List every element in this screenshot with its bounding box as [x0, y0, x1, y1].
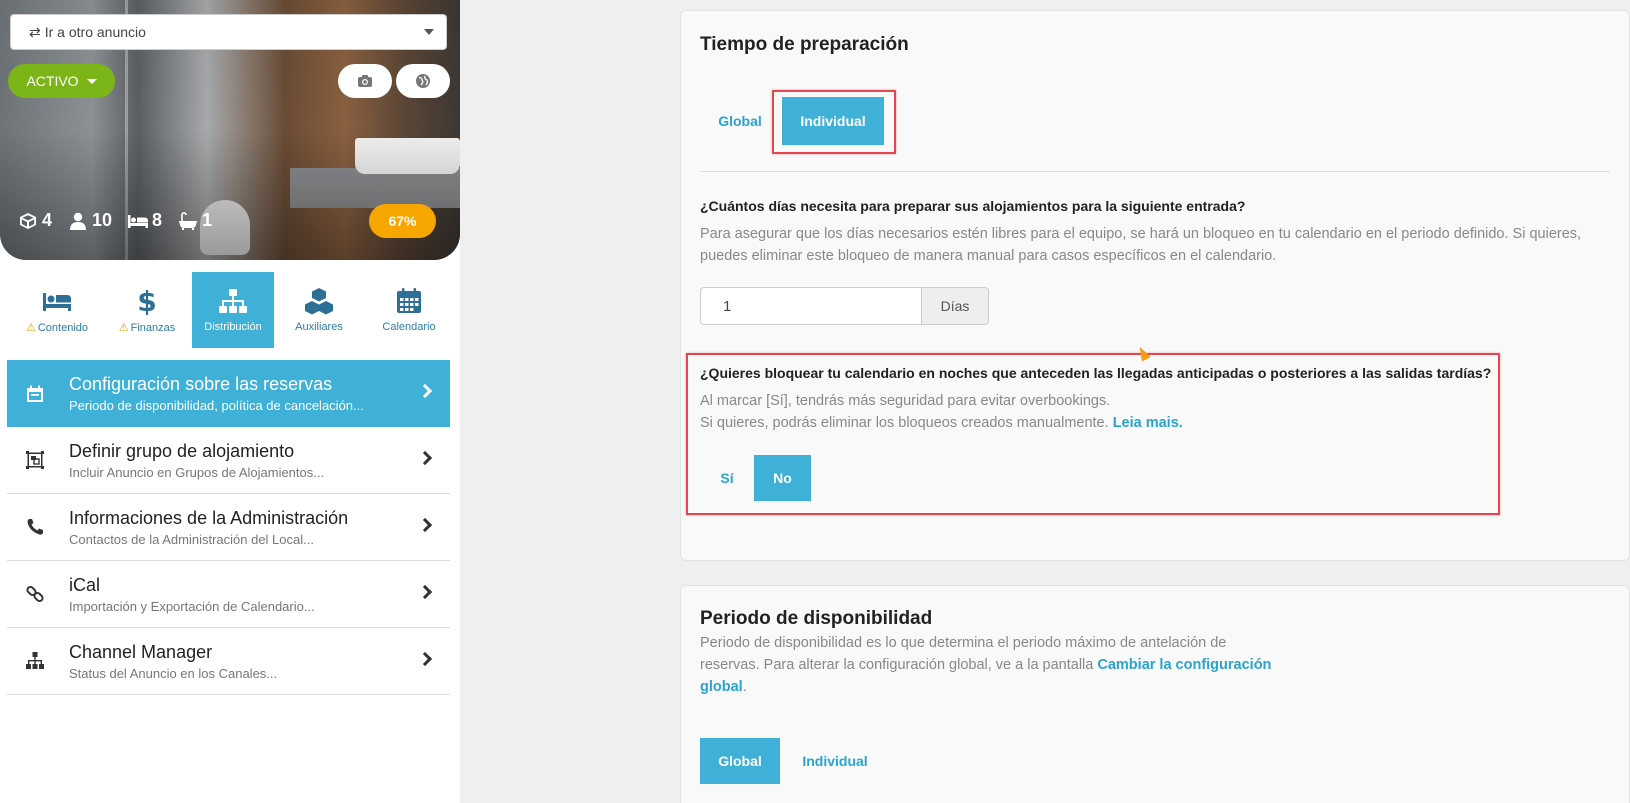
prep-days-description: Para asegurar que los días necesarios es… [700, 223, 1581, 267]
description-line: Al marcar [Sí], tendrás más seguridad pa… [700, 393, 1111, 409]
tab-contenido-label: Contenido [37, 321, 89, 334]
change-global-config-link[interactable]: Cambiar la configuración [1097, 657, 1271, 673]
section-tabs: ⚠ Contenido $ ⚠ Finanzas Distribución Auxi… [0, 272, 460, 348]
globe-icon [416, 74, 430, 88]
menu-item-subtitle: Periodo de disponibilidad, política de c… [69, 398, 364, 413]
user-icon [70, 212, 87, 230]
map-button[interactable] [396, 64, 450, 98]
caret-down-icon [424, 29, 434, 35]
svg-text:$: $ [137, 287, 156, 315]
bed-icon [128, 214, 149, 228]
cube-icon [20, 212, 36, 229]
prep-days-question: ¿Cuántos días necesita para preparar sus… [700, 198, 1246, 214]
prep-global-button[interactable]: Global [708, 97, 772, 145]
block-calendar-description: Al marcar [Sí], tendrás más seguridad pa… [700, 390, 1183, 434]
menu-item-subtitle: Status del Anuncio en los Canales... [69, 665, 278, 681]
listing-sidebar: ⇄ Ir a otro anuncio ACTIVO 4 10 8 1 67% [0, 0, 460, 803]
go-to-other-listing-label: Ir a otro anuncio [44, 24, 146, 40]
chevron-right-icon [417, 584, 433, 600]
description-line: Si quieres, podrás eliminar los bloqueos… [700, 415, 1183, 431]
stat-guests-value: 10 [92, 210, 113, 230]
availability-global-button[interactable]: Global [700, 738, 780, 784]
stat-baths: 1 [178, 210, 212, 231]
read-more-link[interactable]: Leia mais. [1113, 415, 1183, 431]
availability-individual-button[interactable]: Individual [790, 738, 880, 784]
chevron-right-icon [417, 450, 433, 466]
tab-contenido[interactable]: ⚠ Contenido [12, 272, 102, 348]
change-global-config-link-cont[interactable]: global [700, 679, 743, 695]
stat-baths-value: 1 [202, 210, 213, 230]
menu-item-title: iCal [69, 574, 101, 595]
menu-item-booking-settings[interactable]: Configuración sobre las reservas Periodo… [7, 360, 450, 427]
link-icon [26, 585, 44, 603]
sitemap-icon [219, 289, 247, 313]
preparation-time-title: Tiempo de preparación [700, 34, 909, 55]
dollar-icon: $ [137, 287, 156, 315]
sitemap-icon [26, 652, 44, 669]
menu-item-subtitle: Incluir Anuncio en Grupos de Alojamiento… [69, 464, 325, 480]
bed-icon [43, 292, 71, 311]
description-line: puedes eliminar este bloqueo de manera m… [700, 248, 1277, 264]
chevron-right-icon [417, 517, 433, 533]
menu-item-title: Informaciones de la Administración [69, 507, 349, 528]
prep-days-input[interactable]: 1 [700, 287, 922, 325]
block-calendar-question: ¿Quieres bloquear tu calendario en noche… [700, 365, 1492, 381]
block-no-button[interactable]: No [754, 455, 811, 501]
tab-distribucion-label: Distribución [204, 321, 262, 333]
go-to-other-listing-select[interactable]: ⇄ Ir a otro anuncio [10, 14, 447, 50]
exchange-icon: ⇄ [29, 23, 41, 40]
menu-item-administration-info[interactable]: Informaciones de la Administración Conta… [7, 494, 450, 561]
menu-item-title: Definir grupo de alojamiento [69, 440, 295, 461]
menu-item-subtitle: Importación y Exportación de Calendario.… [69, 598, 315, 614]
chevron-right-icon [417, 651, 433, 667]
prep-days-unit: Días [921, 287, 989, 325]
menu-item-title: Channel Manager [69, 641, 213, 662]
description-line: Para asegurar que los días necesarios es… [700, 226, 1582, 242]
warning-icon: ⚠ [25, 321, 36, 334]
bath-icon [179, 211, 198, 230]
tab-calendario[interactable]: Calendario [364, 272, 454, 348]
group-icon [26, 451, 44, 469]
stat-units-value: 4 [42, 210, 53, 230]
chevron-right-icon [417, 383, 433, 399]
camera-icon [358, 75, 372, 87]
tab-finanzas[interactable]: $ ⚠ Finanzas [102, 272, 192, 348]
tab-finanzas-label: Finanzas [130, 321, 176, 334]
menu-item-accommodation-group[interactable]: Definir grupo de alojamiento Incluir Anu… [7, 427, 450, 494]
stat-guests: 10 [68, 210, 112, 231]
block-yes-button[interactable]: Sí [700, 455, 754, 501]
tab-distribucion[interactable]: Distribución [192, 272, 274, 348]
availability-period-title: Periodo de disponibilidad [700, 608, 933, 629]
menu-item-subtitle: Contactos de la Administración del Local… [69, 531, 314, 547]
settings-menu: Configuración sobre las reservas Periodo… [7, 360, 450, 695]
description-line: reservas. Para alterar la configuración … [700, 657, 1272, 673]
cubes-icon [305, 288, 333, 315]
caret-down-icon [86, 78, 97, 84]
warning-icon: ⚠ [118, 321, 129, 334]
tab-calendario-label: Calendario [382, 321, 436, 333]
tab-auxiliares[interactable]: Auxiliares [274, 272, 364, 348]
status-dropdown-button[interactable]: ACTIVO [8, 64, 115, 98]
availability-period-description: Periodo de disponibilidad es lo que dete… [700, 632, 1271, 698]
divider [700, 171, 1610, 172]
listing-stats: 4 10 8 1 [18, 210, 212, 231]
phone-icon [27, 519, 43, 535]
photos-button[interactable] [338, 64, 392, 98]
stat-beds: 8 [128, 210, 162, 231]
description-line: global. [700, 679, 747, 695]
calendar-icon [27, 385, 43, 402]
highlight-box [772, 90, 896, 154]
stat-units: 4 [18, 210, 52, 231]
status-label: ACTIVO [26, 73, 79, 89]
stat-beds-value: 8 [152, 210, 163, 230]
tab-auxiliares-label: Auxiliares [295, 321, 343, 333]
menu-item-channel-manager[interactable]: Channel Manager Status del Anuncio en lo… [7, 628, 450, 695]
description-line: Periodo de disponibilidad es lo que dete… [700, 635, 1227, 651]
menu-item-ical[interactable]: iCal Importación y Exportación de Calend… [7, 561, 450, 628]
calendar-icon [397, 288, 421, 313]
menu-item-title: Configuración sobre las reservas [69, 374, 333, 394]
completion-badge: 67% [369, 204, 436, 238]
